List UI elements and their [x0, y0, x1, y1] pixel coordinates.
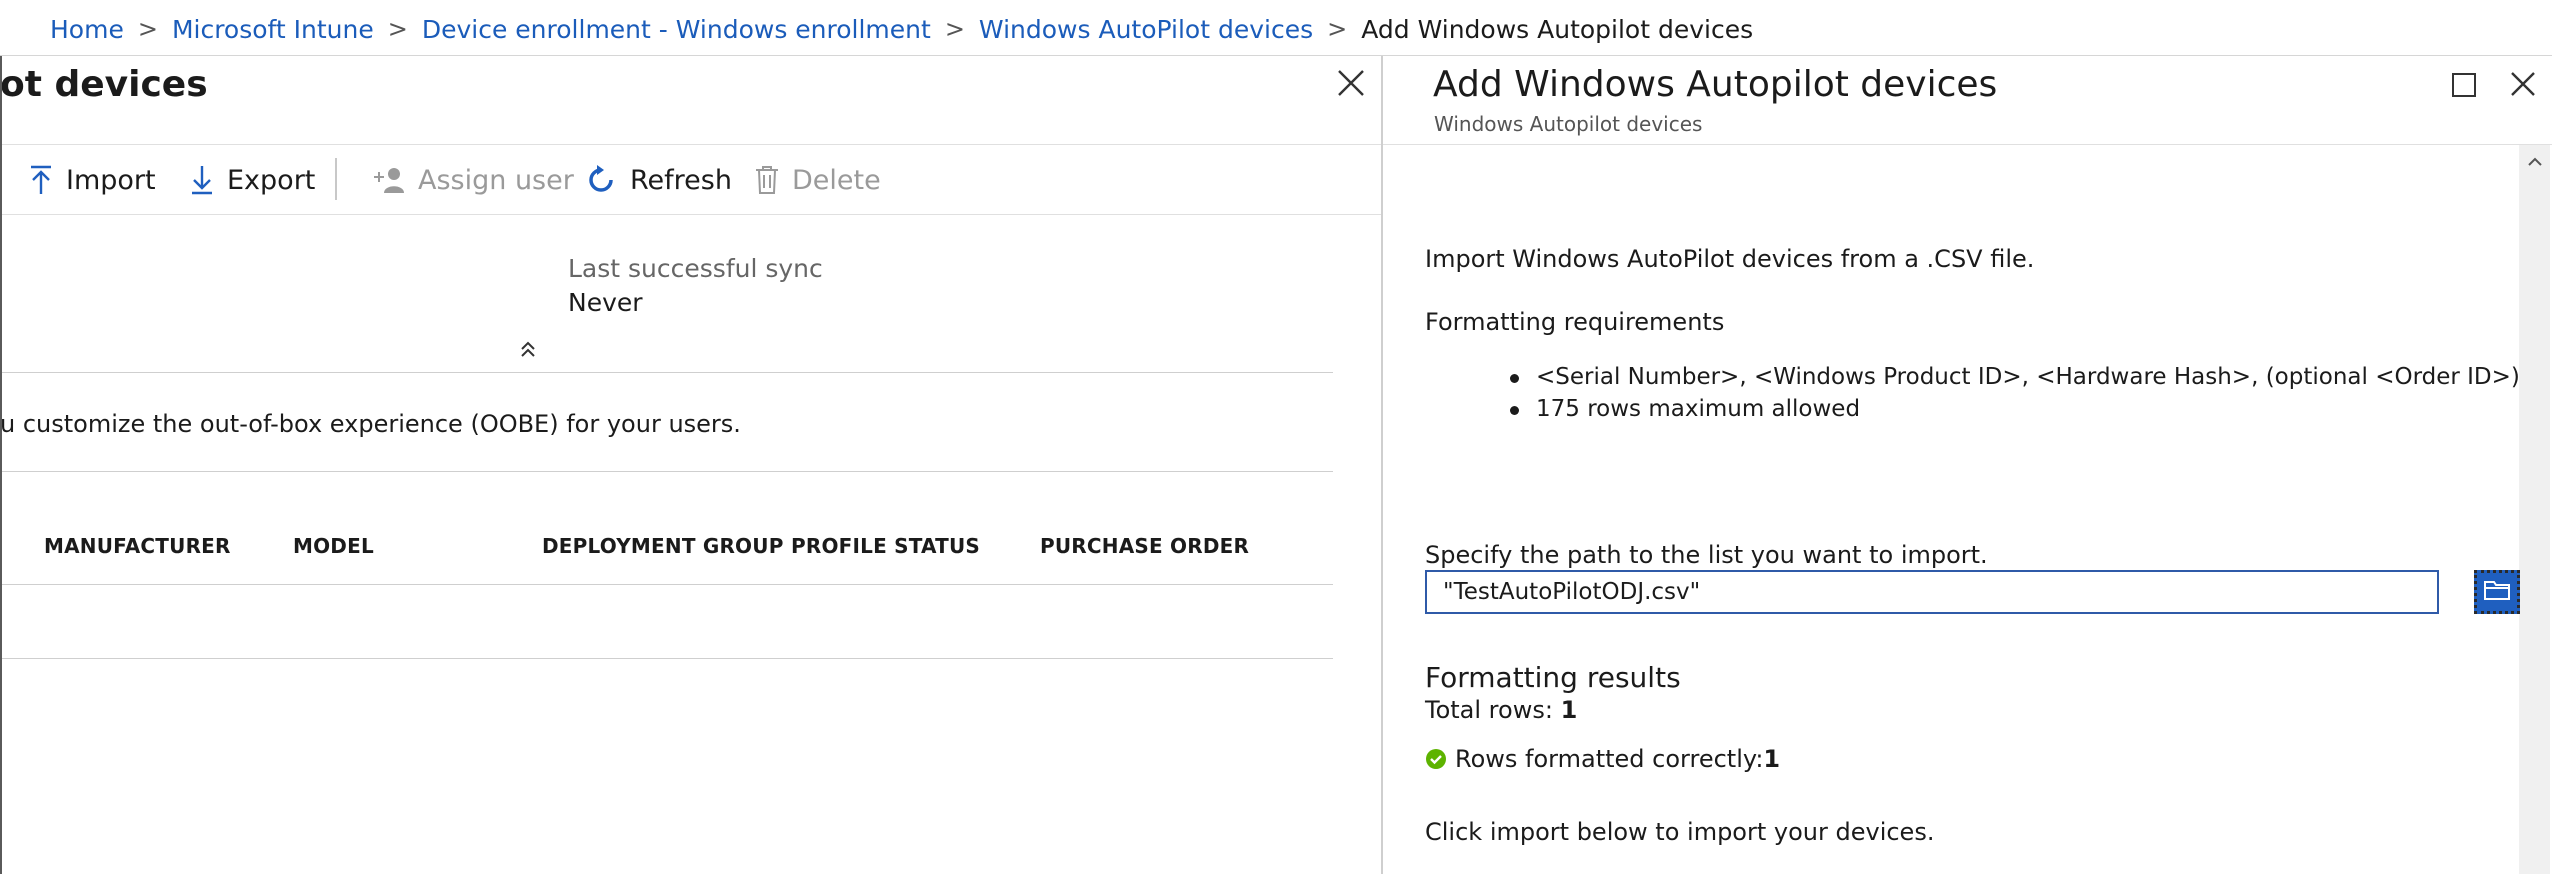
toolbar-divider — [335, 158, 337, 200]
command-bar: Import Export Assign user Refresh Delete — [2, 146, 1381, 214]
divider — [2, 584, 1333, 585]
refresh-label: Refresh — [630, 164, 732, 196]
assign-user-button[interactable]: Assign user — [372, 146, 574, 214]
requirements-list: <Serial Number>, <Windows Product ID>, <… — [1510, 361, 2520, 425]
blade-content: Import Windows AutoPilot devices from a … — [1425, 145, 2520, 874]
csv-path-input[interactable] — [1425, 570, 2439, 614]
import-button[interactable]: Import — [28, 146, 156, 214]
trash-icon — [754, 165, 780, 195]
results-heading: Formatting results — [1425, 661, 1681, 694]
footer-text: Click import below to import your device… — [1425, 818, 1935, 846]
rows-ok-value: 1 — [1763, 745, 1781, 773]
chevron-right-icon: > — [1327, 15, 1348, 43]
export-label: Export — [227, 164, 316, 196]
import-label: Import — [66, 164, 156, 196]
blade-title: Add Windows Autopilot devices — [1433, 64, 1998, 105]
vertical-scrollbar[interactable] — [2519, 145, 2550, 874]
close-icon[interactable] — [1336, 68, 1366, 98]
folder-icon — [2483, 579, 2511, 605]
import-arrow-up-icon — [28, 164, 54, 196]
breadcrumb-home[interactable]: Home — [50, 15, 124, 44]
rows-formatted-correctly: Rows formatted correctly: 1 — [1425, 745, 1780, 773]
total-rows-value: 1 — [1560, 696, 1578, 724]
breadcrumb-device-enrollment[interactable]: Device enrollment - Windows enrollment — [422, 15, 931, 44]
breadcrumb: Home > Microsoft Intune > Device enrollm… — [0, 0, 2552, 56]
blade-subtitle: Windows Autopilot devices — [1434, 112, 1703, 136]
breadcrumb-current: Add Windows Autopilot devices — [1361, 14, 1754, 44]
divider — [2, 144, 1381, 145]
breadcrumb-autopilot-devices[interactable]: Windows AutoPilot devices — [979, 15, 1313, 44]
divider — [2, 658, 1333, 659]
maximize-icon[interactable] — [2451, 72, 2477, 98]
path-label: Specify the path to the list you want to… — [1425, 541, 1988, 569]
close-icon[interactable] — [2509, 70, 2537, 98]
chevron-right-icon: > — [137, 15, 158, 43]
info-text: u customize the out-of-box experience (O… — [0, 410, 741, 438]
assign-user-icon — [372, 165, 406, 195]
intro-text: Import Windows AutoPilot devices from a … — [1425, 245, 2035, 273]
list-item: <Serial Number>, <Windows Product ID>, <… — [1510, 361, 2520, 393]
check-circle-icon — [1425, 748, 1447, 770]
last-sync-value: Never — [568, 288, 643, 317]
requirements-heading: Formatting requirements — [1425, 308, 1725, 336]
scroll-up-icon[interactable] — [2526, 153, 2544, 167]
list-item: 175 rows maximum allowed — [1510, 393, 2520, 425]
total-rows: Total rows: 1 — [1425, 696, 1577, 724]
last-sync-label: Last successful sync — [568, 254, 823, 283]
export-arrow-down-icon — [189, 164, 215, 196]
rows-ok-label: Rows formatted correctly: — [1455, 745, 1764, 773]
column-header-purchase-order[interactable]: PURCHASE ORDER — [1040, 534, 1249, 558]
divider — [2, 471, 1333, 472]
refresh-icon — [584, 163, 618, 197]
divider — [2, 372, 1333, 373]
column-header-model[interactable]: MODEL — [293, 534, 374, 558]
refresh-button[interactable]: Refresh — [584, 146, 732, 214]
delete-button[interactable]: Delete — [754, 146, 881, 214]
autopilot-devices-blade: ot devices Import Export Assign user Ref… — [0, 56, 1381, 874]
column-header-profile-status[interactable]: PROFILE STATUS — [791, 534, 980, 558]
browse-button[interactable] — [2474, 570, 2520, 614]
blade-title: ot devices — [0, 64, 208, 105]
chevron-double-up-icon[interactable] — [517, 338, 539, 360]
delete-label: Delete — [792, 164, 881, 196]
chevron-right-icon: > — [944, 15, 965, 43]
total-rows-label: Total rows: — [1425, 696, 1561, 724]
chevron-right-icon: > — [387, 15, 408, 43]
export-button[interactable]: Export — [189, 146, 315, 214]
assign-user-label: Assign user — [418, 164, 574, 196]
add-autopilot-devices-blade: Add Windows Autopilot devices Windows Au… — [1381, 56, 2552, 874]
column-header-deployment-group[interactable]: DEPLOYMENT GROUP — [542, 534, 784, 558]
divider — [2, 214, 1381, 215]
column-header-manufacturer[interactable]: MANUFACTURER — [44, 534, 231, 558]
breadcrumb-microsoft-intune[interactable]: Microsoft Intune — [172, 15, 374, 44]
